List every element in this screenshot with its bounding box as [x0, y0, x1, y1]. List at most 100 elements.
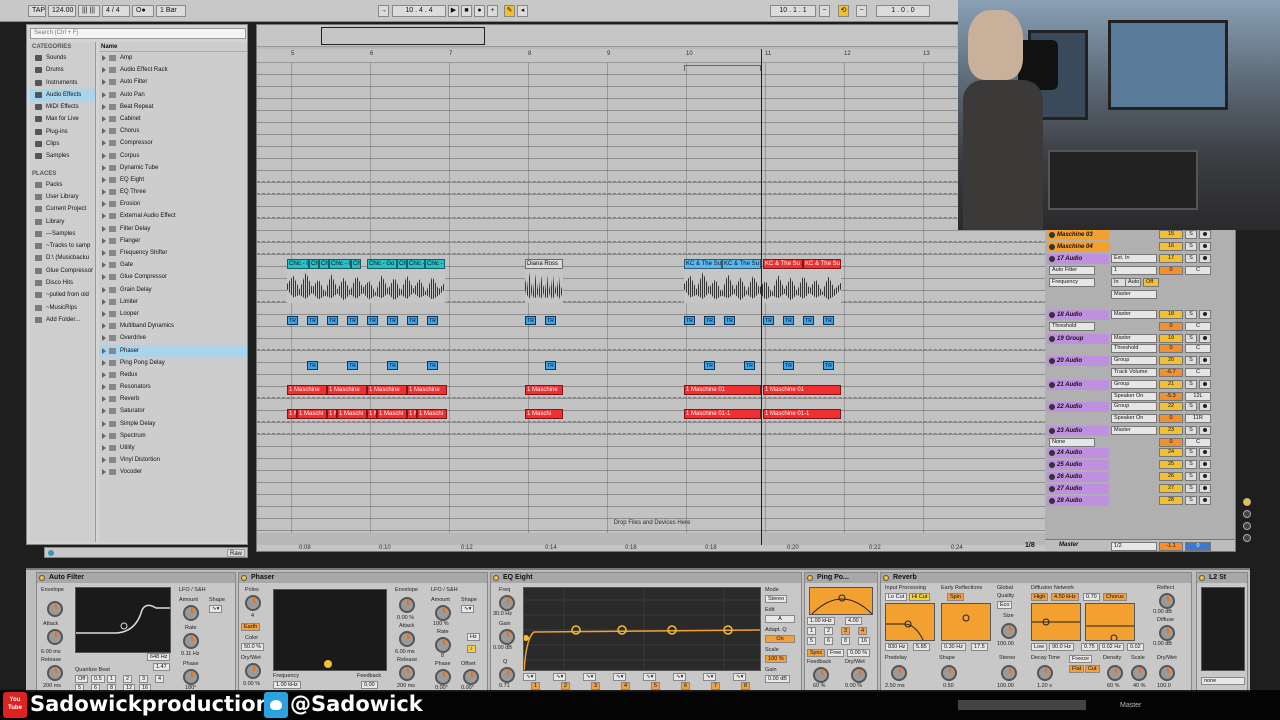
device-list-item[interactable]: Looper — [99, 308, 247, 320]
track-header[interactable]: 23 Audio Master 23 S — [1045, 425, 1235, 436]
expand-arrow-icon[interactable] — [102, 237, 106, 244]
tr-clip[interactable]: TR — [367, 316, 378, 325]
eq-band-shape-select[interactable]: ∿▾ — [733, 673, 747, 681]
zoom-button[interactable] — [1243, 510, 1251, 518]
scroll-bar[interactable] — [958, 700, 1086, 710]
tr-clip[interactable]: TR — [327, 316, 338, 325]
eq-band-toggle[interactable]: 4 — [621, 682, 631, 690]
clip[interactable]: KC & The Su — [722, 259, 761, 269]
preview-bar[interactable]: Raw — [44, 547, 248, 558]
automation-select[interactable]: None — [1049, 438, 1095, 447]
master-quant[interactable]: 1/2 — [1111, 542, 1157, 551]
ph-drywet-knob[interactable] — [245, 663, 261, 679]
fold-icon[interactable] — [1049, 498, 1055, 504]
record-icon[interactable]: ● — [474, 5, 485, 17]
device-list-item[interactable]: Grain Delay — [99, 284, 247, 296]
eq-band-shape-select[interactable]: ∿▾ — [523, 673, 537, 681]
rv-early-amount-2[interactable]: 17.5 — [971, 643, 988, 651]
track-name[interactable]: 23 Audio — [1047, 426, 1109, 436]
clip[interactable]: Diana Ross — [525, 259, 563, 269]
track-name[interactable]: 17 Audio — [1047, 254, 1109, 264]
ph-shape-select[interactable]: ∿▾ — [461, 605, 475, 613]
loop-start-field[interactable]: 10 . 1 . 1 — [770, 5, 816, 17]
input-channel-select[interactable]: 1 — [1111, 266, 1157, 275]
rv-chorus-display[interactable] — [1085, 603, 1135, 641]
track-name[interactable]: 24 Audio — [1047, 448, 1109, 458]
expand-arrow-icon[interactable] — [102, 298, 106, 305]
place-item[interactable]: Library — [30, 216, 95, 228]
tr-clip[interactable]: TR — [823, 361, 834, 370]
expand-arrow-icon[interactable] — [102, 457, 106, 464]
track-activator[interactable]: 21 — [1159, 380, 1183, 389]
tr-clip[interactable]: TR — [823, 316, 834, 325]
tr-clip[interactable]: TR — [783, 316, 794, 325]
tr-clip[interactable]: TR — [704, 361, 715, 370]
category-item[interactable]: Audio Effects — [30, 88, 95, 102]
clip[interactable]: 1 Maschine 01-1 — [763, 409, 841, 419]
expand-arrow-icon[interactable] — [102, 420, 106, 427]
eq-edit-button[interactable]: A — [765, 615, 795, 623]
ph-frequency-value[interactable]: 1.00 kHz — [273, 681, 301, 689]
expand-arrow-icon[interactable] — [102, 359, 106, 366]
af-quantize-option[interactable]: 3 — [139, 675, 149, 683]
category-item[interactable]: Samples — [30, 150, 95, 162]
af-freq-value[interactable]: 648 Hz — [147, 653, 171, 661]
automation-select[interactable]: Speaker On — [1111, 392, 1157, 401]
rv-predelay-knob[interactable] — [891, 665, 907, 681]
ph-rate-knob[interactable] — [435, 637, 451, 653]
rv-chorus-button[interactable]: Chorus — [1103, 593, 1127, 601]
track-activator[interactable]: 20 — [1159, 356, 1183, 365]
ph-poles-knob[interactable] — [245, 595, 261, 611]
eq-scale-value[interactable]: 100 % — [765, 655, 787, 663]
rv-diffusion-display[interactable] — [1031, 603, 1081, 641]
tr-clip[interactable]: TR — [545, 361, 556, 370]
track-output-select[interactable]: Ext. In — [1111, 254, 1157, 263]
arm-button[interactable] — [1199, 460, 1211, 469]
play-icon[interactable]: ▶ — [448, 5, 459, 17]
track-activator[interactable]: 17 — [1159, 254, 1183, 263]
track-name[interactable]: 27 Audio — [1047, 484, 1109, 494]
song-position[interactable]: 10 . 4 . 4 — [392, 5, 446, 17]
pan-field[interactable]: C — [1185, 438, 1211, 447]
tr-clip[interactable]: TR — [407, 316, 418, 325]
solo-button[interactable]: S — [1185, 356, 1197, 365]
place-item[interactable]: ~MusicRips — [30, 302, 95, 314]
expand-arrow-icon[interactable] — [102, 213, 106, 220]
device-list-item[interactable]: Amp — [99, 52, 247, 64]
track-activator[interactable]: 24 — [1159, 448, 1183, 457]
search-input[interactable]: Search (Ctrl + F) — [30, 28, 246, 39]
eq-band-toggle[interactable]: 5 — [651, 682, 661, 690]
arm-button[interactable] — [1199, 242, 1211, 251]
af-phase-knob[interactable] — [183, 669, 199, 685]
af-quantize-option[interactable]: Off — [75, 675, 89, 683]
place-item[interactable]: Glue Compressor — [30, 265, 95, 277]
overview-window[interactable] — [321, 27, 485, 45]
place-item[interactable]: Add Folder... — [30, 314, 95, 326]
fold-icon[interactable] — [1049, 474, 1055, 480]
ph-color-value[interactable]: 50.0 % — [241, 643, 265, 651]
category-item[interactable]: Plug-ins — [30, 126, 95, 138]
track-header[interactable]: 24 Audio 24 S — [1045, 447, 1235, 458]
track-header[interactable]: Maschine 03 15 S — [1045, 229, 1235, 240]
arm-button[interactable] — [1199, 380, 1211, 389]
device-list-item[interactable]: Saturator — [99, 405, 247, 417]
expand-arrow-icon[interactable] — [102, 189, 106, 196]
track-activator[interactable]: 23 — [1159, 426, 1183, 435]
track-header[interactable]: 20 Audio Group 20 S — [1045, 355, 1235, 366]
rv-mod-amount[interactable]: 0.02 — [1127, 643, 1144, 651]
rv-density-knob[interactable] — [1107, 665, 1123, 681]
pp-beat-option[interactable]: 6 — [824, 637, 834, 645]
arm-button[interactable] — [1199, 426, 1211, 435]
expand-arrow-icon[interactable] — [102, 432, 106, 439]
pan-field[interactable]: C — [1185, 368, 1211, 377]
volume-field[interactable]: -6.7 — [1159, 368, 1183, 377]
af-env-amount-knob[interactable] — [47, 601, 63, 617]
device-list-item[interactable]: Vinyl Distortion — [99, 454, 247, 466]
eq-band-toggle[interactable]: 7 — [711, 682, 721, 690]
device-list-item[interactable]: Utility — [99, 442, 247, 454]
tr-clip[interactable]: TR — [525, 316, 536, 325]
expand-arrow-icon[interactable] — [102, 384, 106, 391]
expand-arrow-icon[interactable] — [102, 140, 106, 147]
power-icon[interactable] — [1199, 575, 1205, 581]
arm-button[interactable] — [1199, 356, 1211, 365]
